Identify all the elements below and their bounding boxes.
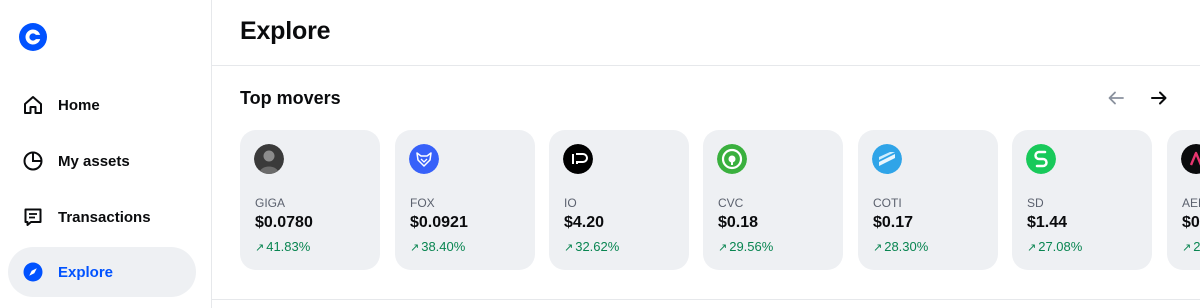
arrow-up-right-icon: ↗ (564, 242, 574, 254)
mover-card-io[interactable]: IO $4.20 ↗ 32.62% (549, 130, 689, 270)
fox-logo-icon (409, 144, 439, 174)
coin-price: $0.0780 (255, 214, 313, 231)
mover-card-giga[interactable]: GIGA $0.0780 ↗ 41.83% (240, 130, 380, 270)
section-divider (212, 299, 1200, 300)
coin-change: ↗ 27.08% (1027, 239, 1083, 254)
coin-change: ↗ 28.30% (873, 239, 929, 254)
coti-logo-icon (872, 144, 902, 174)
sidebar-item-label: Explore (58, 263, 114, 281)
mover-card-sd[interactable]: SD $1.44 ↗ 27.08% (1012, 130, 1152, 270)
giga-avatar-icon (254, 144, 284, 174)
sidebar-item-label: Home (58, 96, 100, 114)
page-header: Explore (212, 0, 1200, 66)
coin-symbol: AERO (1182, 196, 1200, 210)
receipt-icon (24, 208, 42, 226)
coin-symbol: FOX (410, 196, 435, 210)
coin-price: $1.44 (1027, 214, 1068, 231)
arrow-left-icon[interactable] (1104, 86, 1128, 110)
mover-card-aero[interactable]: AERO $0.9 ↗2 (1167, 130, 1200, 270)
coin-change: ↗ 32.62% (564, 239, 620, 254)
pie-chart-icon (23, 151, 43, 171)
coin-price: $0.18 (718, 214, 759, 231)
coin-change: ↗ 41.83% (255, 239, 311, 254)
mover-card-coti[interactable]: COTI $0.17 ↗ 28.30% (858, 130, 998, 270)
coinbase-logo-icon[interactable] (18, 22, 48, 52)
coin-price: $0.17 (873, 214, 914, 231)
coin-price: $4.20 (564, 214, 605, 231)
coin-symbol: CVC (718, 196, 744, 210)
coin-symbol: SD (1027, 196, 1044, 210)
coin-symbol: GIGA (255, 196, 286, 210)
arrow-up-right-icon: ↗ (718, 242, 728, 254)
coin-change: ↗ 29.56% (718, 239, 774, 254)
sidebar-item-explore[interactable]: Explore (8, 247, 196, 297)
arrow-up-right-icon: ↗ (255, 242, 265, 254)
page-title: Explore (240, 17, 331, 45)
coin-symbol: IO (564, 196, 577, 210)
mover-card-cvc[interactable]: CVC $0.18 ↗ 29.56% (703, 130, 843, 270)
coin-change: ↗ 38.40% (410, 239, 466, 254)
mover-card-fox[interactable]: FOX $0.0921 ↗ 38.40% (395, 130, 535, 270)
sidebar-item-label: My assets (58, 152, 130, 170)
coin-symbol: COTI (873, 196, 902, 210)
aero-logo-icon (1181, 144, 1200, 174)
sidebar-item-home[interactable]: Home (8, 80, 196, 130)
sidebar-item-transactions[interactable]: Transactions (8, 192, 196, 242)
sidebar-item-my-assets[interactable]: My assets (8, 136, 196, 186)
arrow-right-icon[interactable] (1147, 86, 1171, 110)
arrow-up-right-icon: ↗ (410, 242, 420, 254)
sidebar: Home My assets Transactions Explore (0, 0, 212, 308)
home-icon (24, 96, 42, 114)
coin-price: $0.0921 (410, 214, 468, 231)
sidebar-item-label: Transactions (58, 208, 151, 226)
compass-icon (23, 262, 43, 282)
arrow-up-right-icon: ↗ (1182, 242, 1192, 254)
coin-change: ↗ 2 (1182, 239, 1200, 254)
cvc-logo-icon (717, 144, 747, 174)
io-logo-icon (563, 144, 593, 174)
top-movers-carousel: GIGA $0.0780 ↗ 41.83% FOX $0.0921 ↗ 38.40%… (240, 130, 1200, 270)
arrow-up-right-icon: ↗ (1027, 242, 1037, 254)
sd-logo-icon (1026, 144, 1056, 174)
arrow-up-right-icon: ↗ (873, 242, 883, 254)
section-title-top-movers: Top movers (240, 88, 341, 108)
coin-price: $0.9 (1182, 214, 1200, 231)
